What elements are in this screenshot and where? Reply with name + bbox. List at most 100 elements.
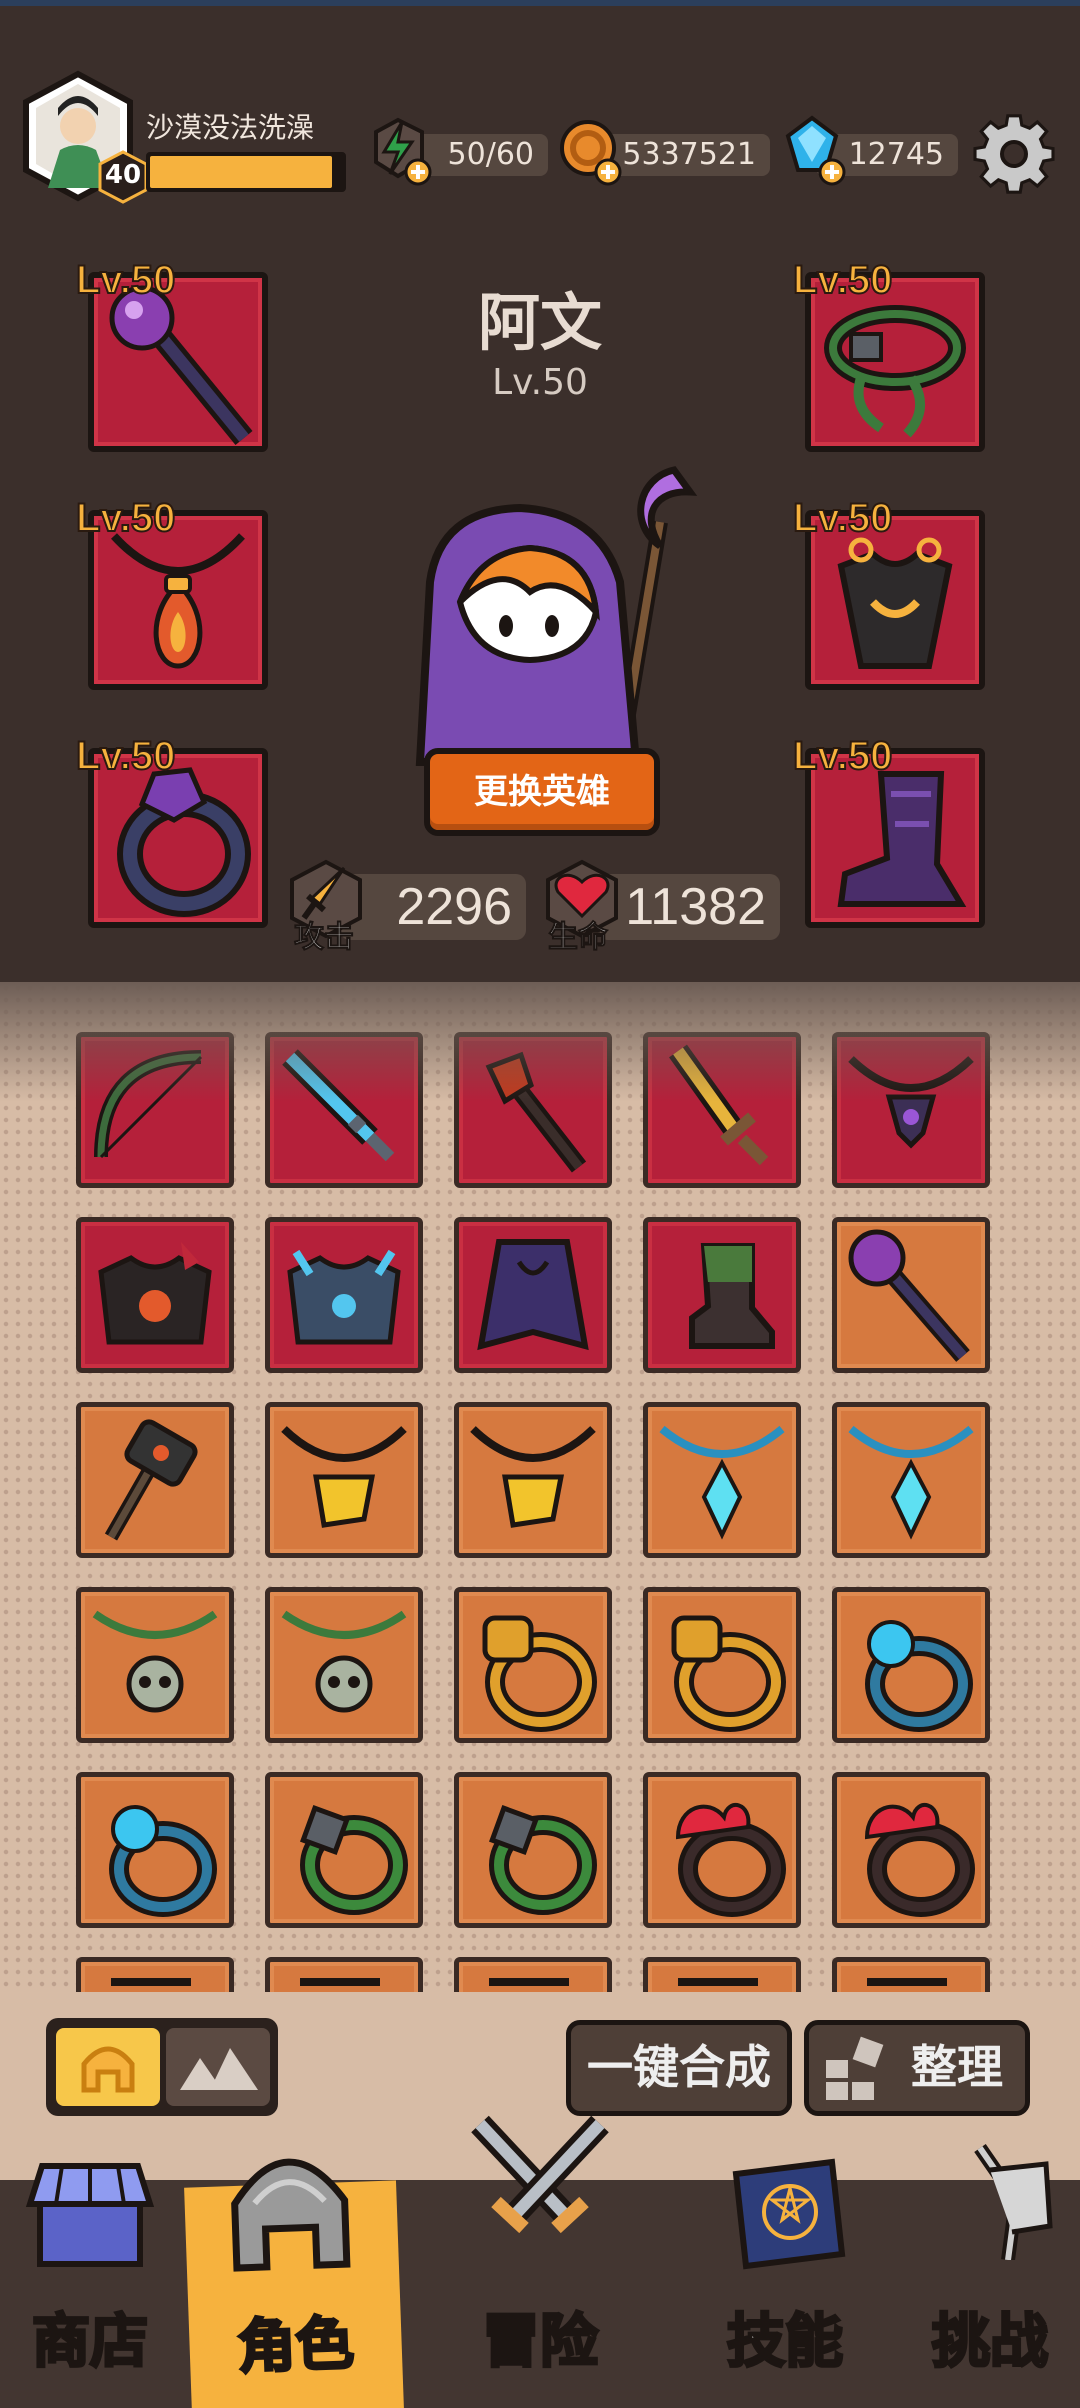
hp-stat-box: 11382 [598, 874, 780, 940]
partial-item-icon [111, 1978, 191, 1986]
spellbook-icon [732, 2158, 846, 2270]
gold-add-icon[interactable] [556, 112, 626, 190]
dark-armor-icon [837, 537, 953, 669]
inventory-item[interactable] [832, 1402, 990, 1558]
inventory-item[interactable] [643, 1587, 801, 1743]
dark-cloak-icon [477, 1239, 589, 1351]
inventory-item[interactable] [76, 1217, 234, 1373]
helmet-icon [81, 2046, 135, 2093]
gold-amulet-icon [281, 1426, 407, 1528]
gem-value: 12745 [848, 137, 944, 172]
inventory-item[interactable] [76, 1402, 234, 1558]
energy-add-icon[interactable] [366, 112, 436, 190]
attack-label: 攻击 [294, 920, 355, 956]
inventory-item[interactable] [265, 1402, 423, 1558]
energy-value: 50/60 [447, 137, 534, 172]
gold-value: 5337521 [622, 137, 756, 172]
nav-tab-character[interactable]: 角色 [184, 2158, 404, 2408]
xp-bar [146, 152, 346, 192]
inventory-item[interactable] [643, 1402, 801, 1558]
inventory-item[interactable] [454, 1402, 612, 1558]
inventory-item[interactable] [643, 1772, 801, 1928]
nav-label-challenge: 挑战 [930, 2306, 1049, 2377]
crossed-swords-icon [471, 2115, 609, 2234]
rocks-icon [180, 2048, 258, 2090]
moss-boot-icon [689, 1243, 775, 1349]
swap-hero-button[interactable]: 更换英雄 [424, 748, 660, 836]
partial-item-icon [867, 1978, 947, 1986]
inventory-item[interactable] [265, 1217, 423, 1373]
shop-stall-icon [25, 2163, 155, 2267]
inventory-item[interactable] [832, 1587, 990, 1743]
crystal-amulet-icon [659, 1425, 785, 1540]
inventory-top-shadow [0, 982, 1080, 1102]
gem-add-icon[interactable] [780, 112, 850, 190]
partial-item-icon [678, 1978, 758, 1986]
vine-ring-icon [300, 1805, 408, 1915]
knight-helmet-icon [231, 2158, 351, 2272]
player-level: 40 [104, 160, 142, 190]
shadow-boots-icon [837, 771, 967, 907]
purple-ring-icon [117, 767, 251, 917]
nav-tab-challenge[interactable]: 挑战 [900, 2144, 1080, 2408]
equip-level-ring: Lv.50 [75, 733, 176, 779]
frost-armor-icon [287, 1249, 401, 1345]
inventory-item[interactable] [265, 1772, 423, 1928]
nav-label-character: 角色 [235, 2307, 356, 2382]
attack-stat-box: 2296 [340, 874, 526, 940]
inventory-item[interactable] [832, 1772, 990, 1928]
nav-label-skills: 技能 [725, 2306, 844, 2377]
inventory-item[interactable] [76, 1957, 234, 1992]
nav-tab-shop[interactable]: 商店 [0, 2163, 180, 2408]
sort-label: 整理 [911, 2040, 1003, 2094]
challenge-flag-icon [974, 2144, 1053, 2260]
lava-armor-icon [98, 1242, 212, 1345]
equip-level-boots: Lv.50 [792, 733, 893, 779]
inventory-item[interactable] [643, 1217, 801, 1373]
war-hammer-icon [104, 1419, 198, 1541]
auto-merge-button[interactable]: 一键合成 [566, 2020, 792, 2116]
hp-label: 生命 [548, 920, 609, 956]
attack-value: 2296 [396, 878, 512, 936]
hero-mage-figure [390, 462, 760, 772]
nav-tab-skills[interactable]: 技能 [680, 2158, 890, 2408]
inventory-item[interactable] [832, 1957, 990, 1992]
player-name: 沙漠没法洗澡 [146, 111, 315, 144]
hero-name: 阿文 [477, 286, 602, 359]
settings-gear-icon[interactable] [968, 108, 1060, 200]
status-bar-line [0, 0, 1080, 6]
blue-ring-icon [109, 1805, 217, 1917]
gold-amulet-icon [470, 1426, 596, 1528]
hero-level: Lv.50 [492, 362, 588, 403]
vine-ring-icon [489, 1805, 597, 1915]
fist-ring-icon [671, 1615, 786, 1732]
purple-staff-icon [848, 1229, 970, 1362]
nav-label-adventure: 冒险 [480, 2306, 599, 2377]
hp-value: 11382 [625, 878, 766, 936]
inventory-item[interactable] [832, 1217, 990, 1373]
inventory-item[interactable] [454, 1772, 612, 1928]
skull-necklace-icon [92, 1610, 218, 1713]
flame-ring-icon [864, 1803, 975, 1917]
inventory-item[interactable] [76, 1587, 234, 1743]
purple-staff-icon [109, 285, 253, 445]
inventory-item[interactable] [643, 1957, 801, 1992]
nav-tab-adventure[interactable]: 冒险 [410, 2115, 670, 2408]
equip-level-amulet: Lv.50 [75, 495, 176, 541]
inventory-item[interactable] [76, 1772, 234, 1928]
inventory-item[interactable] [265, 1957, 423, 1992]
inventory-item[interactable] [265, 1587, 423, 1743]
equipment-filter-tab[interactable] [56, 2028, 160, 2106]
inventory-item[interactable] [454, 1587, 612, 1743]
fist-ring-icon [482, 1615, 597, 1732]
inventory-item[interactable] [454, 1957, 612, 1992]
material-filter-tab[interactable] [166, 2028, 270, 2106]
flame-ring-icon [675, 1803, 786, 1917]
inventory-grid [0, 982, 1080, 1992]
partial-item-icon [489, 1978, 569, 1986]
nav-label-shop: 商店 [30, 2306, 149, 2377]
crystal-amulet-icon [848, 1425, 974, 1540]
partial-item-icon [300, 1978, 380, 1986]
inventory-item[interactable] [454, 1217, 612, 1373]
skull-necklace-icon [281, 1610, 407, 1713]
